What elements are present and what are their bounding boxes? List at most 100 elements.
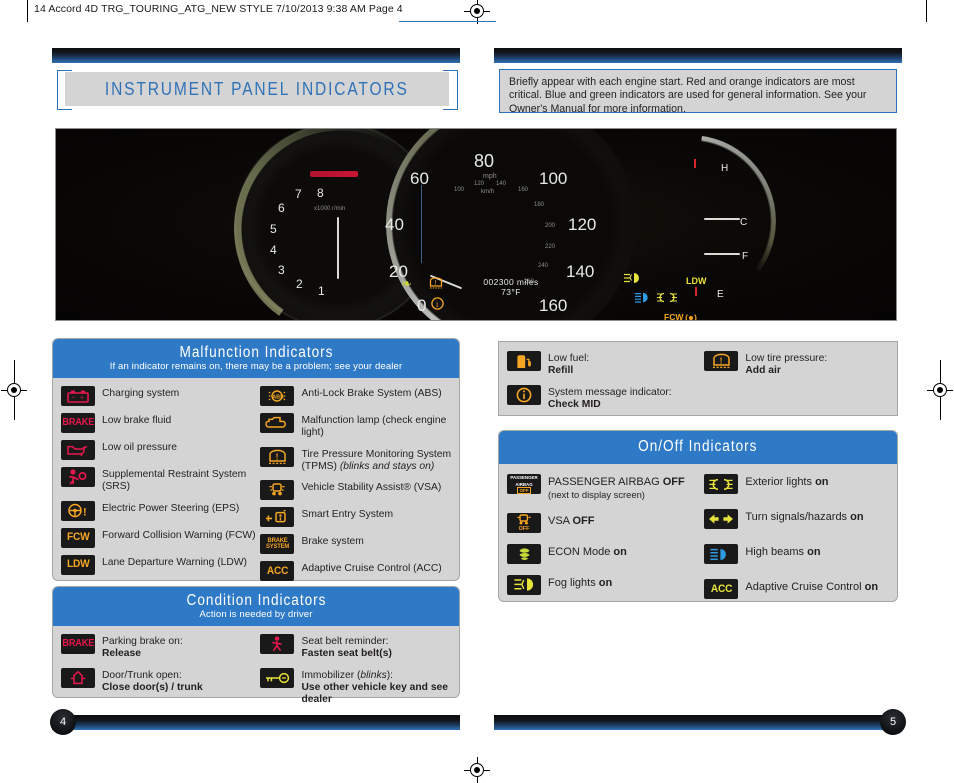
temp-redline (694, 159, 696, 168)
page-title-text: INSTRUMENT PANEL INDICATORS (105, 78, 409, 99)
smart-entry-icon (260, 507, 295, 528)
title-connector-line (399, 21, 496, 23)
list-item-label: Charging system (102, 388, 180, 399)
onoff-right-column: Exterior lights on Turn signals/hazards … (704, 474, 890, 606)
tach-unit-label: x1000 r/min (314, 206, 346, 212)
page-title-block: INSTRUMENT PANEL INDICATORS (57, 68, 458, 110)
list-item: Low fuel: Refill (507, 351, 704, 378)
list-item: Smart Entry System (260, 507, 452, 528)
kmh-tick-100: 100 (454, 187, 465, 193)
list-item-action: Add air (745, 365, 781, 377)
speed-tick-80: 80 (474, 151, 495, 171)
speedometer-center-line (421, 185, 422, 263)
svg-text:ABS: ABS (273, 394, 285, 400)
registration-mark-left (1, 360, 27, 420)
list-item: Immobilizer (blinks): Use other vehicle … (260, 667, 452, 707)
malfunction-indicators-panel: Malfunction Indicators If an indicator r… (52, 338, 460, 582)
svg-text:i: i (436, 300, 439, 309)
door-open-icon (61, 667, 95, 688)
ldw-text-icon: LDW (61, 554, 95, 575)
fuel-status-body: Low fuel: Refill System message indicato… (499, 342, 897, 426)
condition-left-column: BRAKE Parking brake on: Release Door/Tru… (61, 634, 260, 713)
speed-tick-120: 120 (568, 215, 597, 234)
list-item-title: Turn signals/hazards (745, 511, 851, 523)
list-item-title: Low fuel: (548, 353, 590, 364)
fuel-right-column: ! Low tire pressure: Add air (704, 351, 890, 418)
list-item-label: Vehicle Stability Assist® (VSA) (301, 482, 442, 494)
list-item-label: Supplemental Restraint System (SRS) (102, 469, 247, 493)
tach-redline (310, 171, 358, 177)
list-item: Supplemental Restraint System (SRS) (61, 467, 260, 494)
svg-text:!: ! (434, 280, 436, 287)
tpms-icon: ! (260, 446, 295, 467)
list-item-title: Adaptive Cruise Control (745, 581, 865, 593)
list-item-title: Seat belt reminder: (301, 636, 389, 647)
malfunction-panel-body: − + Charging system BRAKE Low brake fluid… (53, 378, 459, 596)
list-item-state: on (613, 545, 627, 558)
tach-needle (337, 217, 339, 279)
passenger-airbag-icon-text: PASSENGER AIRBAG (510, 475, 538, 487)
kmh-tick-180: 180 (534, 202, 545, 208)
fuel-pump-icon (507, 351, 541, 371)
abs-icon: ABS (260, 386, 295, 406)
list-item-label: VSA OFF (548, 513, 594, 528)
svg-text:−: − (71, 394, 75, 401)
list-item-action: Refill (548, 365, 574, 377)
tach-tick-4: 4 (270, 243, 277, 257)
list-item-action: Release (102, 648, 141, 660)
acc-icon-text: ACC (710, 582, 733, 595)
list-item-state: on (807, 546, 821, 558)
list-item-label: Door/Trunk open: Close door(s) / trunk (102, 668, 203, 695)
fuel-left-column: Low fuel: Refill System message indicato… (507, 351, 704, 418)
list-item: ! Electric Power Steering (EPS) (61, 500, 260, 521)
list-item: ! Tire Pressure Monitoring System (TPMS)… (260, 446, 452, 474)
speed-tick-0: 0 (417, 296, 427, 315)
list-item-label: Smart Entry System (301, 509, 394, 521)
cluster-ldw-label: LDW (686, 276, 707, 286)
list-item-label: Exterior lights on (745, 474, 828, 489)
onoff-left-column: PASSENGER AIRBAG OFF PASSENGER AIRBAG OFF… (507, 474, 704, 606)
condition-indicators-panel: Condition Indicators Action is needed by… (52, 586, 460, 705)
fog-light-icon (507, 574, 541, 595)
instrument-cluster-photo: 8 7 6 5 4 3 2 1 x1000 r/min 80 mph 60 40… (55, 128, 897, 321)
list-item-label: PASSENGER AIRBAG OFF (next to display sc… (548, 474, 685, 503)
brake-text-icon: BRAKE (61, 634, 95, 654)
speed-unit-mph: mph (483, 173, 497, 180)
list-item-label: Lane Departure Warning (LDW) (102, 556, 247, 568)
cluster-fcw-label: FCW (664, 312, 684, 321)
list-item-title: Low tire pressure: (745, 353, 828, 364)
list-item-label: Turn signals/hazards on (745, 509, 863, 524)
list-item-label: Forward Collision Warning (FCW) (102, 529, 256, 541)
acc-text-icon: ACC (260, 561, 295, 582)
list-item-label: Low oil pressure (102, 442, 177, 453)
malfunction-subtitle: If an indicator remains on, there may be… (109, 361, 403, 372)
battery-icon: − + (61, 386, 95, 406)
kmh-tick-120: 120 (474, 181, 485, 187)
brake-icon-text: BRAKE (62, 638, 94, 649)
list-item-title: VSA (548, 514, 573, 527)
speed-tick-140: 140 (566, 262, 595, 281)
vsa-icon (260, 480, 295, 501)
acc-icon-text: ACC (266, 564, 289, 577)
fcw-text-icon: FCW (61, 527, 95, 548)
airbag-off-badge: OFF (517, 487, 531, 494)
list-item-label: Tire Pressure Monitoring System (TPMS) (… (301, 448, 452, 472)
cluster-fog-light-icon (623, 272, 640, 284)
list-item: Malfunction lamp (check engine light) (260, 413, 452, 440)
list-item-state: on (850, 511, 864, 523)
turn-signal-icon (704, 509, 739, 529)
svg-text:!: ! (276, 451, 279, 461)
list-item: ECON Mode on (507, 543, 704, 564)
cluster-tpms-icon: ! (429, 277, 443, 290)
srs-airbag-icon (61, 467, 95, 487)
top-bar-right (494, 48, 902, 63)
exterior-lights-icon (704, 474, 739, 494)
list-item-label: Adaptive Cruise Control (ACC) (301, 563, 442, 575)
list-item-label: Immobilizer (blinks): Use other vehicle … (301, 668, 452, 707)
intro-note: Briefly appear with each engine start. R… (499, 69, 897, 115)
list-item-label: Electric Power Steering (EPS) (102, 502, 240, 514)
malfunction-right-column: ABS Anti-Lock Brake System (ABS) Malfunc… (260, 386, 452, 588)
speed-tick-60: 60 (410, 169, 429, 188)
list-item-label: ECON Mode on (548, 544, 627, 559)
list-item-label: Anti-Lock Brake System (ABS) (301, 388, 442, 399)
